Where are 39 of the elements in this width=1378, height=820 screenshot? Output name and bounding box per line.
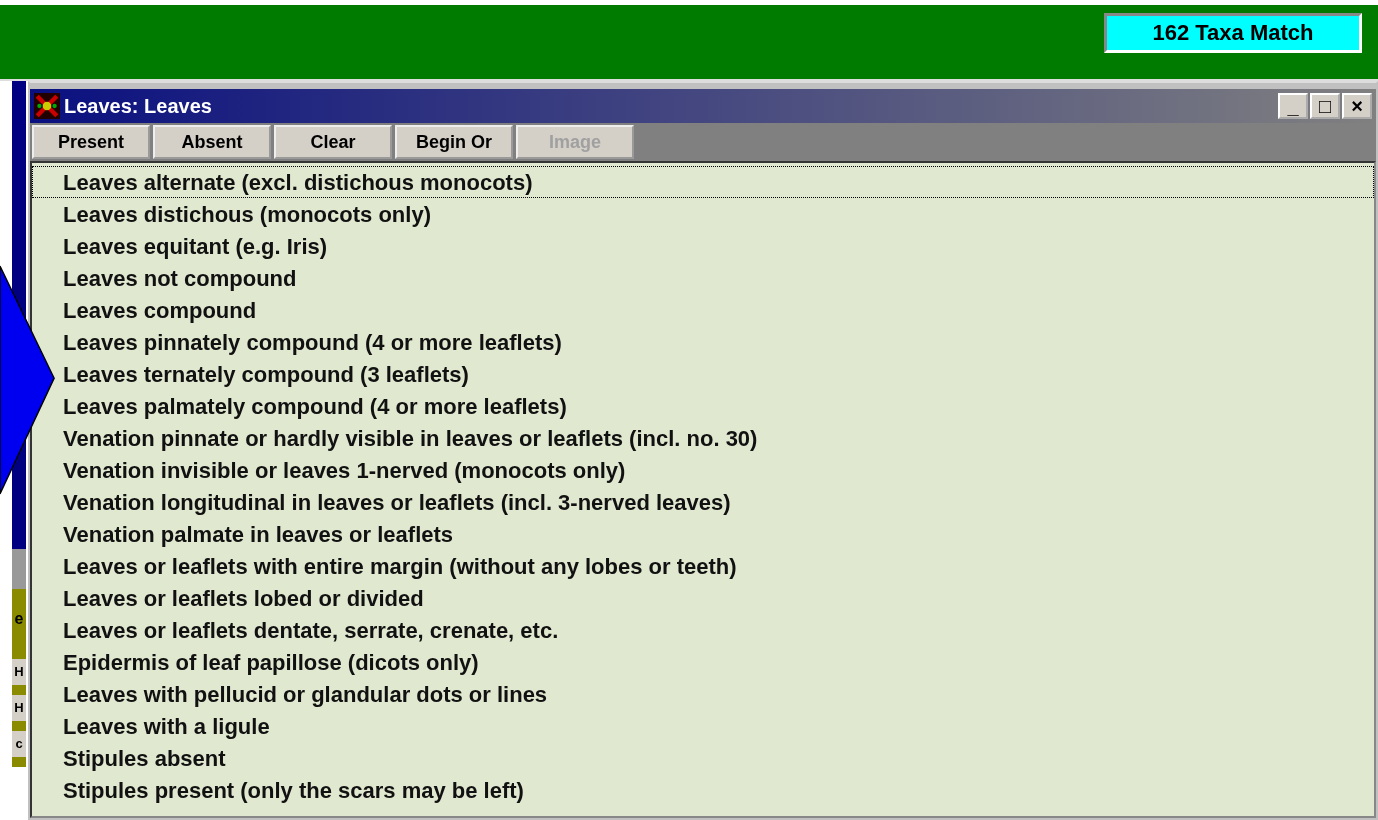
toolbar-button[interactable]: Clear (274, 125, 392, 159)
list-item[interactable]: Leaves not compound (60, 262, 298, 294)
list-item[interactable]: Leaves or leaflets dentate, serrate, crenate, etc. (60, 614, 560, 646)
maximize-button[interactable]: □ (1310, 93, 1340, 119)
list-item[interactable]: Venation palmate in leaves or leaflets (60, 518, 455, 550)
list-item[interactable]: Stipules present (only the scars may be left) (60, 774, 525, 806)
panel-strip (12, 549, 26, 589)
list-item[interactable]: Venation pinnate or hardly visible in leaves or leaflets (incl. no. 30) (60, 422, 759, 454)
list-item[interactable]: Leaves ternately compound (3 leaflets) (60, 358, 470, 390)
list-item[interactable]: Leaves distichous (monocots only) (60, 198, 432, 230)
text-fragment: e (12, 589, 26, 649)
text-fragment: c (12, 731, 26, 757)
panel-strip (12, 721, 26, 731)
match-count: 162 Taxa Match (1104, 13, 1362, 53)
list-item[interactable]: Stipules absent (60, 742, 227, 774)
list-item[interactable]: Leaves with a ligule (60, 710, 271, 742)
list-item[interactable]: Leaves compound (60, 294, 258, 326)
panel-strip (12, 757, 26, 767)
text-fragment: H (12, 659, 26, 685)
window-title: Leaves: Leaves (64, 94, 212, 118)
list-item[interactable]: Leaves or leaflets with entire margin (without any lobes or teeth) (60, 550, 738, 582)
text-fragment: H (12, 695, 26, 721)
minimize-button[interactable]: _ (1278, 93, 1308, 119)
list-item[interactable]: Epidermis of leaf papillose (dicots only) (60, 646, 480, 678)
list-item[interactable]: Leaves equitant (e.g. Iris) (60, 230, 329, 262)
toolbar-button[interactable]: Present (32, 125, 150, 159)
toolbar-button[interactable]: Begin Or (395, 125, 513, 159)
list-item[interactable]: Venation invisible or leaves 1-nerved (monocots only) (60, 454, 627, 486)
toolbar-button[interactable]: Absent (153, 125, 271, 159)
panel-strip (12, 685, 26, 695)
list-item[interactable]: Leaves palmately compound (4 or more leaflets) (60, 390, 568, 422)
close-button[interactable]: × (1342, 93, 1372, 119)
list-item[interactable]: Leaves pinnately compound (4 or more leaflets) (60, 326, 563, 358)
list-item[interactable]: Venation longitudinal in leaves or leaflets (incl. 3-nerved leaves) (60, 486, 732, 518)
list-item[interactable]: Leaves alternate (excl. distichous monocots) (32, 166, 1374, 198)
panel-strip (12, 649, 26, 659)
list-item[interactable]: Leaves or leaflets lobed or divided (60, 582, 425, 614)
list-item[interactable]: Leaves with pellucid or glandular dots or lines (60, 678, 549, 710)
app-icon (34, 93, 60, 119)
